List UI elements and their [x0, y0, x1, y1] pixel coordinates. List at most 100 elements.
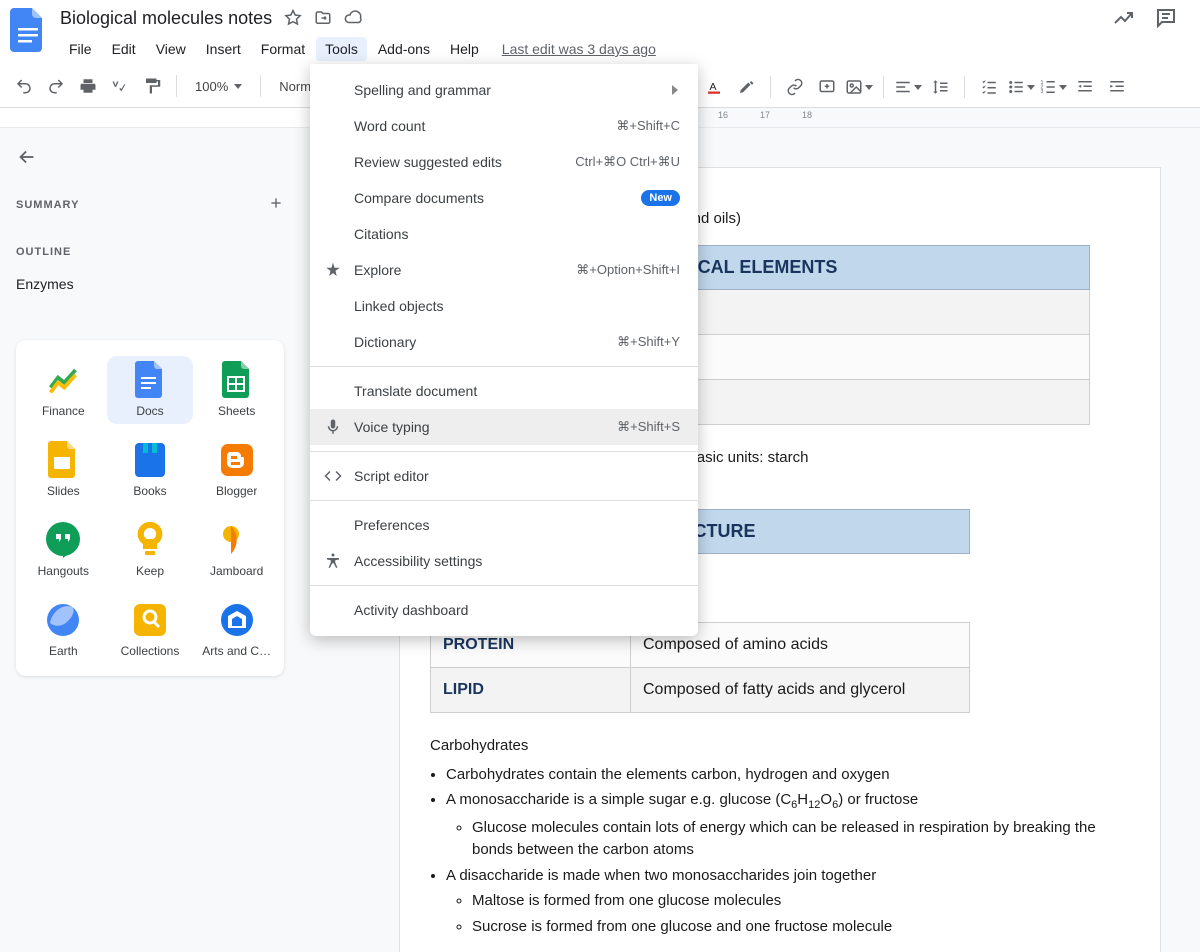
print-button[interactable] — [74, 72, 102, 100]
checklist-button[interactable] — [975, 73, 1003, 101]
tools-explore[interactable]: Explore⌘+Option+Shift+I — [310, 252, 698, 288]
app-docs[interactable]: Docs — [107, 356, 194, 424]
redo-button[interactable] — [42, 72, 70, 100]
app-icon — [45, 602, 81, 638]
shortcut-hint: ⌘+Shift+S — [617, 419, 680, 435]
dropdown-label: Accessibility settings — [354, 553, 482, 569]
app-label: Jamboard — [210, 564, 263, 578]
tools-spelling-and-grammar[interactable]: Spelling and grammar — [310, 72, 698, 108]
cloud-icon[interactable] — [344, 9, 362, 27]
app-finance[interactable]: Finance — [20, 356, 107, 424]
shortcut-hint: ⌘+Shift+Y — [617, 334, 680, 350]
menu-edit[interactable]: Edit — [103, 37, 145, 61]
undo-button[interactable] — [10, 72, 38, 100]
document-title[interactable]: Biological molecules notes — [60, 8, 272, 29]
list-item: Maltose is formed from one glucose molec… — [472, 890, 1130, 913]
app-icon — [45, 362, 81, 398]
back-arrow-icon[interactable] — [16, 146, 284, 173]
tools-translate-document[interactable]: Translate document — [310, 373, 698, 409]
dropdown-label: Linked objects — [354, 298, 444, 314]
menu-file[interactable]: File — [60, 37, 101, 61]
tools-dictionary[interactable]: Dictionary ⌘+Shift+Y — [310, 324, 698, 360]
outdent-button[interactable] — [1071, 73, 1099, 101]
menu-insert[interactable]: Insert — [197, 37, 250, 61]
app-label: Sheets — [218, 404, 255, 418]
list-item: A monosaccharide is a simple sugar e.g. … — [446, 789, 1130, 862]
app-keep[interactable]: Keep — [107, 516, 194, 584]
last-edit-link[interactable]: Last edit was 3 days ago — [502, 41, 656, 57]
add-summary-icon[interactable] — [268, 195, 284, 214]
docs-app-icon[interactable] — [8, 10, 48, 50]
app-icon — [45, 522, 81, 558]
trend-icon[interactable] — [1112, 6, 1136, 35]
indent-button[interactable] — [1103, 73, 1131, 101]
explore-icon — [324, 261, 342, 279]
spacing-button[interactable] — [926, 73, 954, 101]
tools-activity-dashboard[interactable]: Activity dashboard — [310, 592, 698, 628]
spellcheck-button[interactable] — [106, 72, 134, 100]
table-cell: Composed of fatty acids and glycerol — [631, 668, 970, 713]
dropdown-separator — [310, 585, 698, 586]
link-button[interactable] — [781, 73, 809, 101]
app-blogger[interactable]: Blogger — [193, 436, 280, 504]
app-jamboard[interactable]: Jamboard — [193, 516, 280, 584]
paint-format-button[interactable] — [138, 72, 166, 100]
app-slides[interactable]: Slides — [20, 436, 107, 504]
app-earth[interactable]: Earth — [20, 596, 107, 664]
bullet-list-button[interactable] — [1007, 73, 1035, 101]
tools-accessibility-settings[interactable]: Accessibility settings — [310, 543, 698, 579]
app-sheets[interactable]: Sheets — [193, 356, 280, 424]
dropdown-label: Translate document — [354, 383, 477, 399]
menu-tools[interactable]: Tools — [316, 37, 367, 61]
tools-script-editor[interactable]: Script editor — [310, 458, 698, 494]
dropdown-separator — [310, 366, 698, 367]
app-label: Docs — [136, 404, 163, 418]
tools-citations[interactable]: Citations — [310, 216, 698, 252]
dropdown-label: Dictionary — [354, 334, 416, 350]
svg-text:A: A — [710, 81, 717, 93]
menu-help[interactable]: Help — [441, 37, 488, 61]
star-icon[interactable] — [284, 9, 302, 27]
svg-text:3: 3 — [1041, 89, 1044, 95]
align-button[interactable] — [894, 73, 922, 101]
section-heading: Carbohydrates — [430, 735, 1130, 758]
app-icon — [219, 362, 255, 398]
menu-view[interactable]: View — [147, 37, 195, 61]
app-icon — [219, 522, 255, 558]
accessibility-icon — [324, 552, 342, 570]
tools-voice-typing[interactable]: Voice typing⌘+Shift+S — [310, 409, 698, 445]
bullet-list: Carbohydrates contain the elements carbo… — [446, 764, 1130, 939]
outline-item[interactable]: Enzymes — [16, 276, 284, 292]
tools-review-suggested-edits[interactable]: Review suggested editsCtrl+⌘O Ctrl+⌘U — [310, 144, 698, 180]
app-icon — [132, 522, 168, 558]
comments-icon[interactable] — [1154, 6, 1178, 35]
tools-dropdown: Spelling and grammarWord count⌘+Shift+CR… — [310, 64, 698, 636]
dropdown-separator — [310, 500, 698, 501]
numbered-list-button[interactable]: 123 — [1039, 73, 1067, 101]
tools-compare-documents[interactable]: Compare documentsNew — [310, 180, 698, 216]
app-label: Slides — [47, 484, 80, 498]
tools-preferences[interactable]: Preferences — [310, 507, 698, 543]
highlight-button[interactable] — [732, 73, 760, 101]
dropdown-label: Citations — [354, 226, 408, 242]
comment-button[interactable] — [813, 73, 841, 101]
summary-heading: SUMMARY — [16, 199, 79, 211]
app-hangouts[interactable]: Hangouts — [20, 516, 107, 584]
menu-addons[interactable]: Add-ons — [369, 37, 439, 61]
mic-icon — [324, 418, 342, 436]
app-label: Collections — [121, 644, 180, 658]
text-color-button[interactable]: A — [700, 73, 728, 101]
move-icon[interactable] — [314, 9, 332, 27]
tools-linked-objects[interactable]: Linked objects — [310, 288, 698, 324]
app-arts-and-c-[interactable]: Arts and C… — [193, 596, 280, 664]
app-icon — [45, 442, 81, 478]
tools-word-count[interactable]: Word count⌘+Shift+C — [310, 108, 698, 144]
menu-bar: File Edit View Insert Format Tools Add-o… — [60, 34, 1112, 64]
app-books[interactable]: Books — [107, 436, 194, 504]
menu-format[interactable]: Format — [252, 37, 314, 61]
app-icon — [132, 362, 168, 398]
zoom-select[interactable]: 100% — [187, 79, 250, 94]
app-collections[interactable]: Collections — [107, 596, 194, 664]
image-button[interactable] — [845, 73, 873, 101]
dropdown-label: Preferences — [354, 517, 429, 533]
